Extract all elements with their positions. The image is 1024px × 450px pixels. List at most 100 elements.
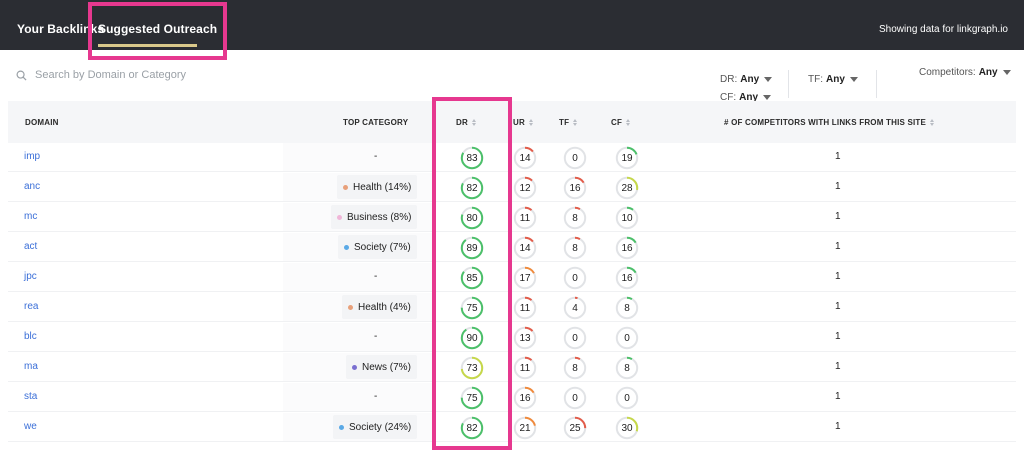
column-header-label: DOMAIN bbox=[25, 118, 59, 127]
score-value: 0 bbox=[624, 392, 630, 404]
ur-score: 12 bbox=[513, 176, 537, 200]
column-header-label: TF bbox=[559, 118, 570, 127]
category-label: Society (7%) bbox=[354, 241, 411, 253]
score-value: 0 bbox=[572, 392, 578, 404]
ur-score: 13 bbox=[513, 326, 537, 350]
domain-link[interactable]: jpc bbox=[24, 271, 37, 282]
category-dot-icon bbox=[344, 244, 349, 250]
score-value: 8 bbox=[624, 302, 630, 314]
domain-link[interactable]: rea bbox=[24, 301, 38, 312]
score-value: 16 bbox=[621, 272, 633, 284]
column-header-competitors[interactable]: # OF COMPETITORS WITH LINKS FROM THIS SI… bbox=[724, 118, 935, 127]
competitors-filter[interactable]: Competitors: Any bbox=[919, 67, 1011, 78]
tf-score: 0 bbox=[563, 146, 587, 170]
table-row[interactable]: rea Health (4%) 75 11 4 8 1 bbox=[8, 293, 1016, 322]
domain-link[interactable]: blc bbox=[24, 331, 37, 342]
tf-filter[interactable]: TF: Any bbox=[808, 74, 858, 85]
filter-divider bbox=[876, 70, 877, 98]
category-label: Business (8%) bbox=[347, 211, 412, 223]
column-header-tf[interactable]: TF bbox=[559, 118, 578, 127]
category-empty: - bbox=[374, 331, 378, 342]
score-value: 16 bbox=[519, 392, 531, 404]
ur-score: 11 bbox=[513, 356, 537, 380]
category-label: Society (24%) bbox=[349, 421, 412, 433]
column-header-label: CF bbox=[611, 118, 623, 127]
score-value: 8 bbox=[624, 362, 630, 374]
tf-score: 0 bbox=[563, 266, 587, 290]
category-badge: Society (24%) bbox=[333, 415, 418, 439]
domain-link[interactable]: ma bbox=[24, 361, 38, 372]
table-row[interactable]: blc -90 13 0 0 1 bbox=[8, 323, 1016, 352]
score-value: 14 bbox=[519, 242, 531, 254]
tf-score: 8 bbox=[563, 206, 587, 230]
tf-filter-label: TF: bbox=[808, 74, 823, 85]
competitors-filter-value: Any bbox=[978, 67, 998, 78]
caret-down-icon bbox=[763, 95, 772, 100]
competitor-count: 1 bbox=[835, 151, 841, 162]
ur-score: 16 bbox=[513, 386, 537, 410]
score-value: 0 bbox=[572, 272, 578, 284]
column-header-cf[interactable]: CF bbox=[611, 118, 631, 127]
dr-filter[interactable]: DR: Any bbox=[720, 74, 773, 85]
score-value: 30 bbox=[621, 422, 633, 434]
tf-score: 8 bbox=[563, 236, 587, 260]
sort-icon bbox=[626, 119, 631, 126]
category-dot-icon bbox=[352, 364, 357, 370]
table-row[interactable]: mc Business (8%) 80 11 8 10 1 bbox=[8, 203, 1016, 232]
column-header-category[interactable]: TOP CATEGORY bbox=[343, 118, 408, 127]
column-header-ur[interactable]: UR bbox=[513, 118, 533, 127]
score-value: 25 bbox=[569, 422, 581, 434]
cf-score: 10 bbox=[615, 206, 639, 230]
column-header-domain[interactable]: DOMAIN bbox=[25, 118, 59, 127]
ur-score: 11 bbox=[513, 296, 537, 320]
domain-link[interactable]: act bbox=[24, 241, 37, 252]
score-value: 11 bbox=[519, 212, 531, 224]
category-dot-icon bbox=[339, 424, 344, 430]
table-row[interactable]: sta -75 16 0 0 1 bbox=[8, 383, 1016, 412]
competitor-count: 1 bbox=[835, 271, 841, 282]
category-badge: Health (4%) bbox=[342, 295, 417, 319]
competitor-count: 1 bbox=[835, 361, 841, 372]
score-value: 11 bbox=[519, 362, 531, 374]
dr-filter-label: DR: bbox=[720, 74, 738, 85]
table-row[interactable]: we Society (24%) 82 21 25 30 1 bbox=[8, 413, 1016, 442]
table-row[interactable]: imp -83 14 0 19 1 bbox=[8, 143, 1016, 172]
search-input[interactable] bbox=[35, 69, 255, 81]
domain-link[interactable]: imp bbox=[24, 151, 40, 162]
sort-icon bbox=[930, 119, 935, 126]
cf-score: 0 bbox=[615, 386, 639, 410]
tf-score: 16 bbox=[563, 176, 587, 200]
table-header: DOMAIN TOP CATEGORY DR UR TF CF # OF COM… bbox=[8, 101, 1016, 143]
caret-down-icon bbox=[764, 77, 773, 82]
category-badge: Business (8%) bbox=[331, 205, 418, 229]
domain-link[interactable]: anc bbox=[24, 181, 40, 192]
domain-link[interactable]: mc bbox=[24, 211, 37, 222]
search-bar bbox=[16, 66, 255, 84]
score-value: 21 bbox=[519, 422, 531, 434]
caret-down-icon bbox=[849, 77, 858, 82]
table-row[interactable]: ma News (7%) 73 11 8 8 1 bbox=[8, 353, 1016, 382]
cf-score: 16 bbox=[615, 236, 639, 260]
table-row[interactable]: act Society (7%) 89 14 8 16 1 bbox=[8, 233, 1016, 262]
score-value: 8 bbox=[572, 362, 578, 374]
domain-link[interactable]: sta bbox=[24, 391, 37, 402]
tf-score: 0 bbox=[563, 386, 587, 410]
dr-filter-value: Any bbox=[740, 74, 760, 85]
tf-score: 8 bbox=[563, 356, 587, 380]
score-value: 13 bbox=[519, 332, 531, 344]
table-row[interactable]: jpc -85 17 0 16 1 bbox=[8, 263, 1016, 292]
cf-score: 19 bbox=[615, 146, 639, 170]
category-badge: Society (7%) bbox=[338, 235, 417, 259]
competitor-count: 1 bbox=[835, 331, 841, 342]
highlight-box-tab bbox=[88, 2, 227, 60]
domain-link[interactable]: we bbox=[24, 421, 37, 432]
competitor-count: 1 bbox=[835, 391, 841, 402]
category-empty: - bbox=[374, 151, 378, 162]
table-row[interactable]: anc Health (14%) 82 12 16 28 1 bbox=[8, 173, 1016, 202]
ur-score: 21 bbox=[513, 416, 537, 440]
ur-score: 14 bbox=[513, 146, 537, 170]
category-cell bbox=[283, 383, 433, 411]
tf-score: 25 bbox=[563, 416, 587, 440]
competitors-filter-label: Competitors: bbox=[919, 67, 976, 78]
category-cell bbox=[283, 263, 433, 291]
